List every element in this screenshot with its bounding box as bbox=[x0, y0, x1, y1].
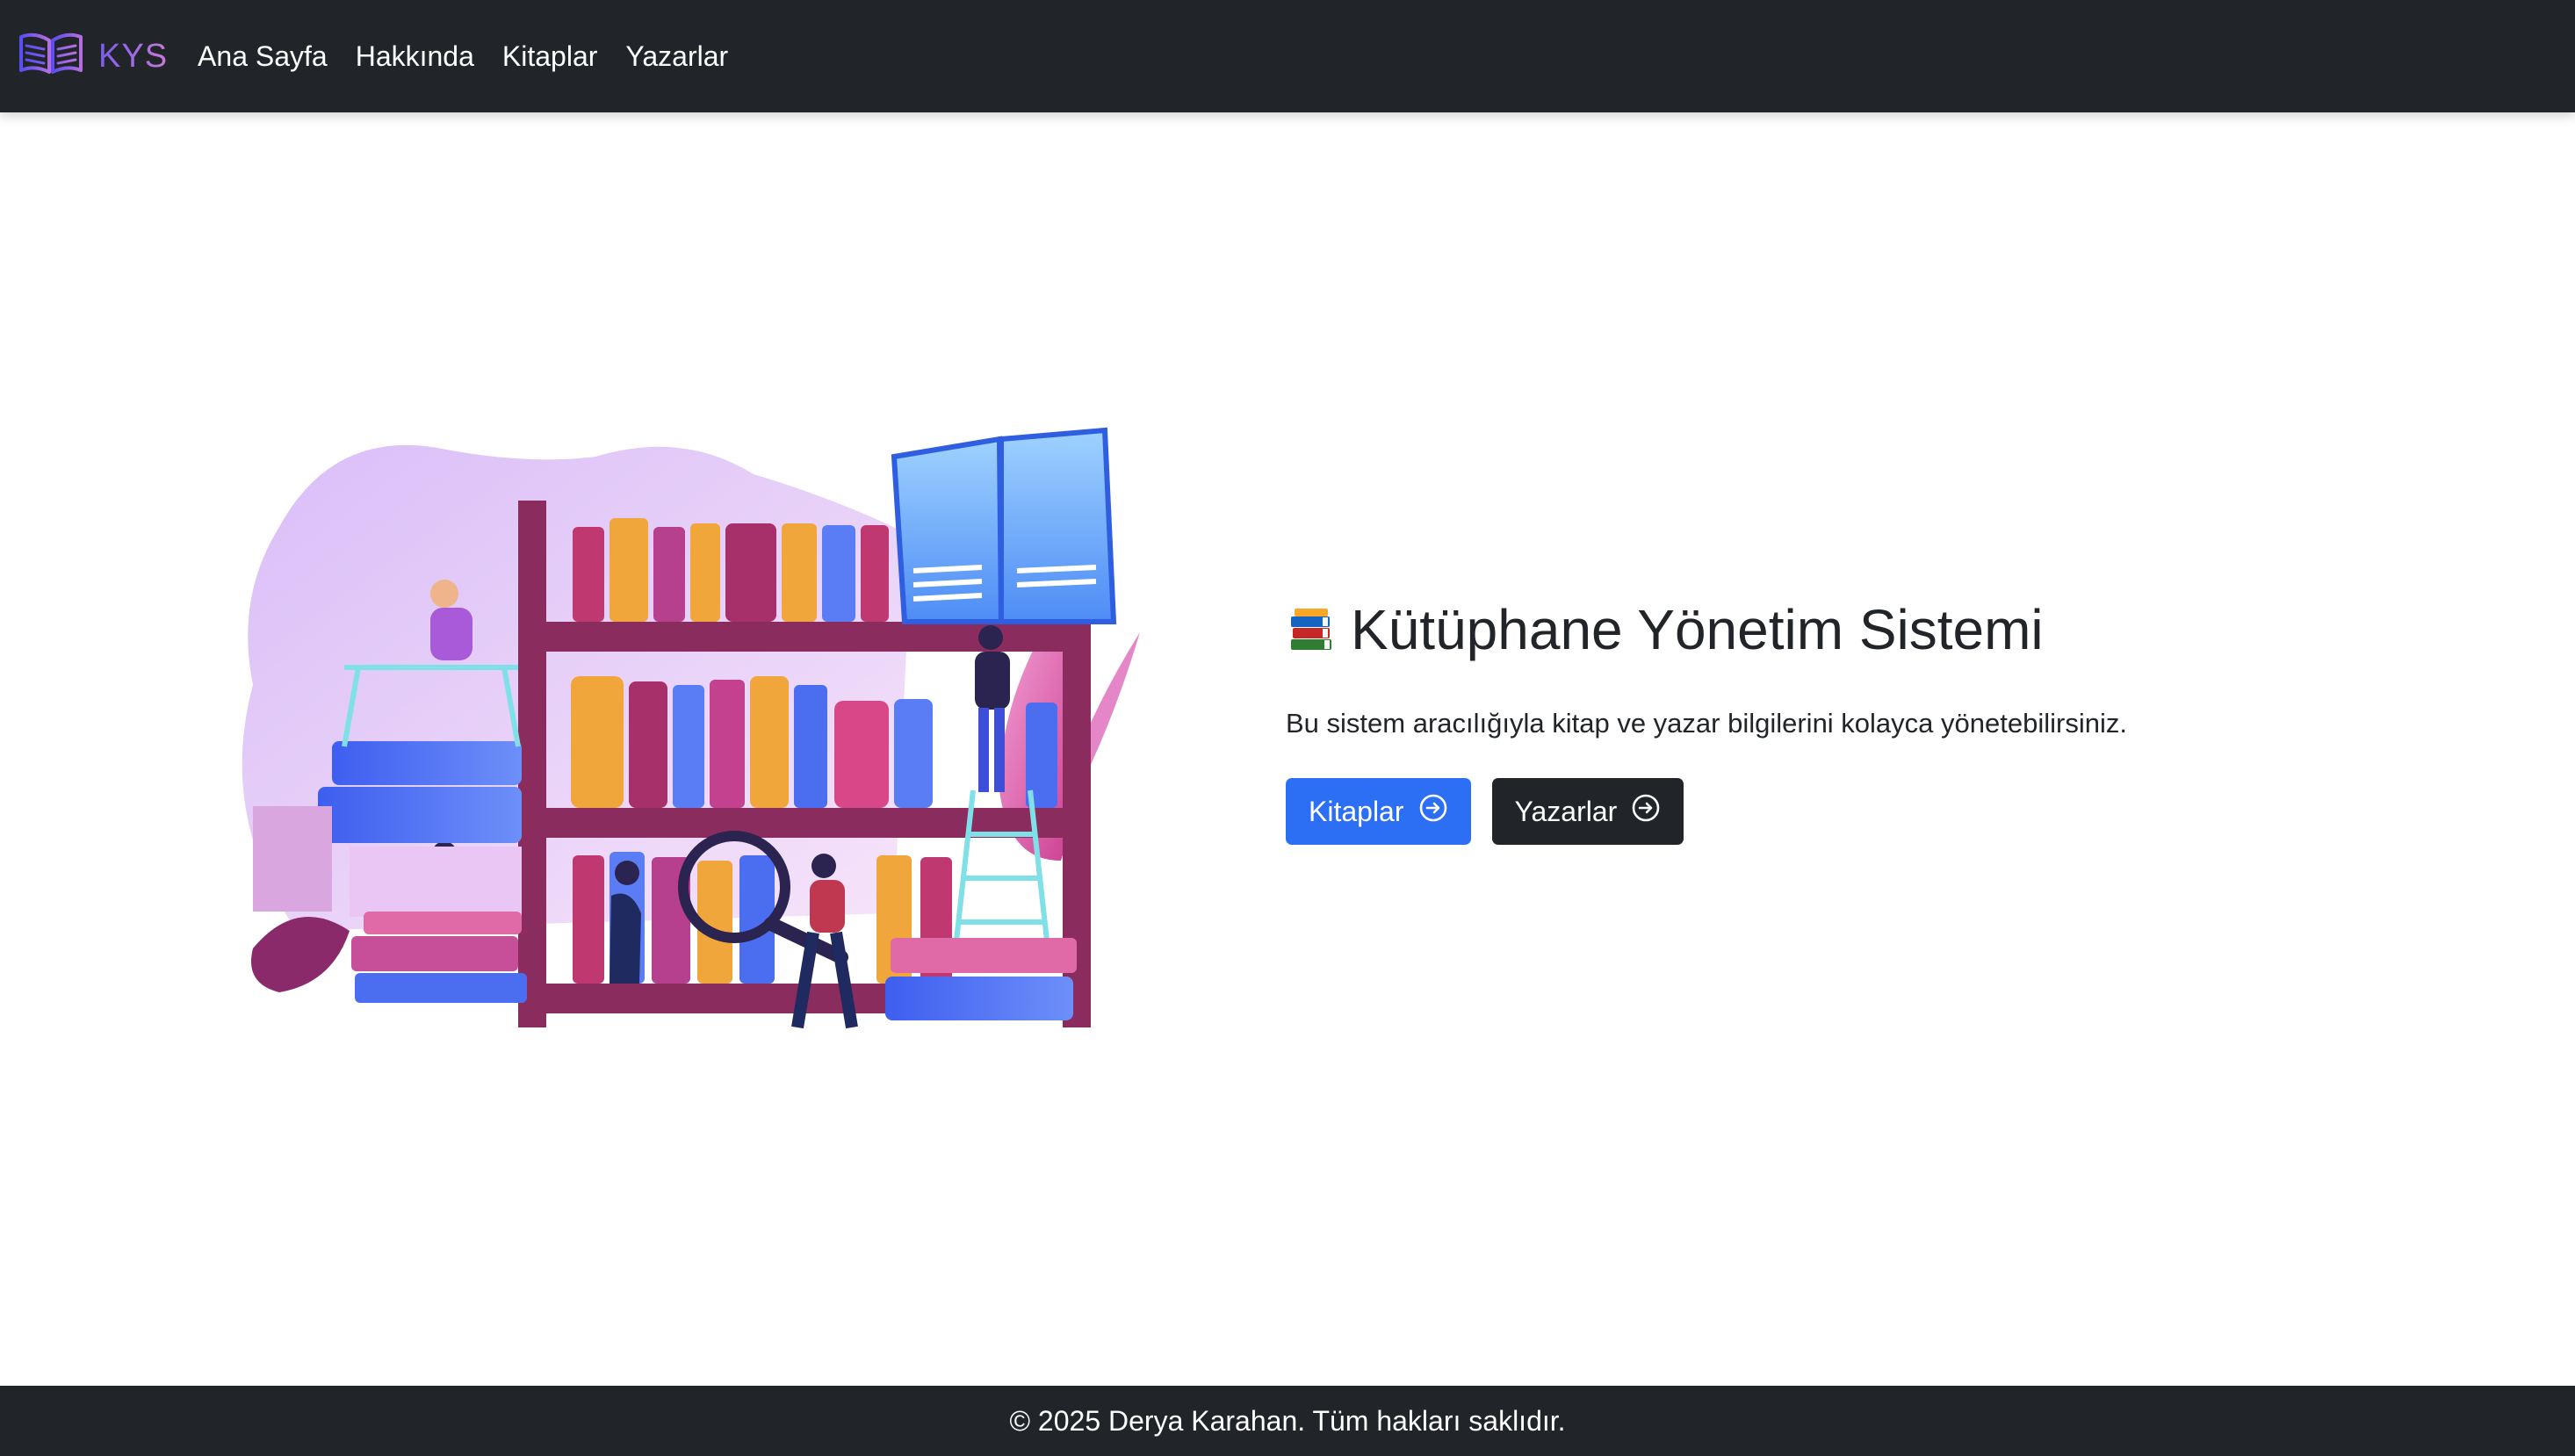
books-emoji-icon bbox=[1286, 604, 1337, 655]
hero-description: Bu sistem aracılığıyla kitap ve yazar bi… bbox=[1286, 708, 2127, 739]
arrow-right-circle-icon bbox=[1404, 793, 1448, 830]
library-illustration bbox=[227, 422, 1184, 1054]
arrow-right-circle-icon bbox=[1617, 793, 1661, 830]
nav-link-ana-sayfa[interactable]: Ana Sayfa bbox=[198, 40, 328, 73]
nav-link-yazarlar[interactable]: Yazarlar bbox=[625, 40, 728, 73]
yazarlar-button[interactable]: Yazarlar bbox=[1491, 778, 1684, 845]
footer: © 2025 Derya Karahan. Tüm hakları saklıd… bbox=[0, 1386, 2575, 1456]
nav-link-kitaplar[interactable]: Kitaplar bbox=[502, 40, 598, 73]
nav-link-hakkinda[interactable]: Hakkında bbox=[356, 40, 474, 73]
footer-copyright: © 2025 Derya Karahan. Tüm hakları saklıd… bbox=[1009, 1404, 1566, 1437]
yazarlar-button-label: Yazarlar bbox=[1514, 795, 1618, 827]
page-title: Kütüphane Yönetim Sistemi bbox=[1286, 590, 2427, 669]
brand-text: KYS bbox=[98, 37, 169, 75]
kitaplar-button[interactable]: Kitaplar bbox=[1286, 778, 1471, 845]
open-book-icon bbox=[18, 30, 84, 83]
navbar: KYS Ana Sayfa Hakkında Kitaplar Yazarlar bbox=[0, 0, 2575, 112]
nav-links: Ana Sayfa Hakkında Kitaplar Yazarlar bbox=[198, 40, 756, 73]
kitaplar-button-label: Kitaplar bbox=[1309, 795, 1404, 827]
page-title-text: Kütüphane Yönetim Sistemi bbox=[1351, 598, 2044, 661]
brand-link[interactable]: KYS bbox=[18, 30, 168, 83]
hero-section: Kütüphane Yönetim Sistemi Bu sistem arac… bbox=[1286, 590, 2427, 845]
hero-buttons: Kitaplar Yazarlar bbox=[1286, 778, 2427, 845]
